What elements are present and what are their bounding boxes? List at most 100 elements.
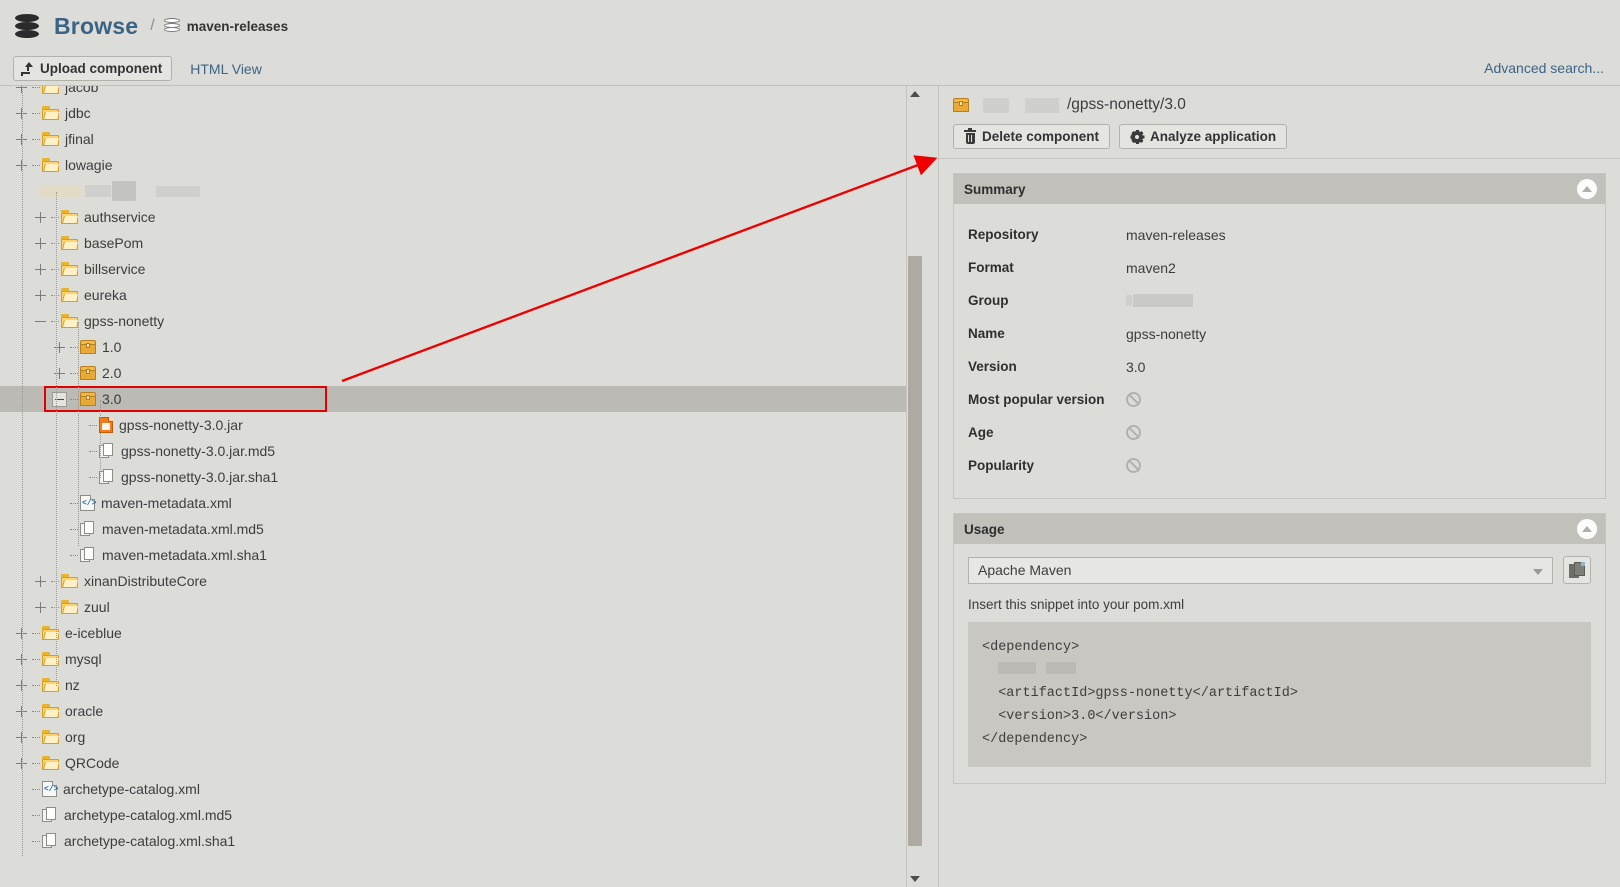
upload-component-button[interactable]: Upload component xyxy=(13,56,173,81)
tree-node-label: gpss-nonetty-3.0.jar.md5 xyxy=(121,443,276,459)
summary-value: gpss-nonetty xyxy=(1126,325,1207,342)
tree-node-label: QRCode xyxy=(65,755,120,771)
html-view-link[interactable]: HTML View xyxy=(190,61,262,77)
tree-node-label: authservice xyxy=(84,209,156,225)
gear-icon xyxy=(1130,129,1145,144)
tree-node-label: jfinal xyxy=(65,131,94,147)
folder-icon xyxy=(42,106,59,120)
tree-node-label: archetype-catalog.xml xyxy=(63,781,200,797)
tree-node[interactable]: org xyxy=(0,724,922,750)
component-actions: Delete component Analyze application xyxy=(939,124,1620,159)
collapse-toggle[interactable] xyxy=(52,391,67,407)
component-tree[interactable]: jacob jdbc jfinal lowagie authservice basePom… xyxy=(0,86,922,856)
tree-node[interactable]: maven-metadata.xml.md5 xyxy=(0,516,922,542)
copy-snippet-button[interactable] xyxy=(1563,556,1591,584)
expand-toggle[interactable] xyxy=(33,210,48,225)
tree-node-label: mysql xyxy=(65,651,102,667)
tree-node[interactable]: archetype-catalog.xml.md5 xyxy=(0,802,922,828)
analyze-application-button[interactable]: Analyze application xyxy=(1119,124,1288,149)
tree-node[interactable]: oracle xyxy=(0,698,922,724)
folder-icon xyxy=(42,756,59,770)
usage-body: Apache Maven Insert this snippet into yo… xyxy=(954,544,1605,783)
usage-snippet[interactable]: <dependency> <artifactId>gpss-nonetty</a… xyxy=(968,622,1591,767)
tree-node-label: gpss-nonetty-3.0.jar.sha1 xyxy=(121,469,279,485)
tree-node[interactable]: gpss-nonetty-3.0.jar.sha1 xyxy=(0,464,922,490)
tree-node[interactable]: zuul xyxy=(0,594,922,620)
tree-node[interactable]: 2.0 xyxy=(0,360,922,386)
tree-node[interactable]: QRCode xyxy=(0,750,922,776)
tree-scrollbar-thumb[interactable] xyxy=(908,256,922,846)
tree-guide-line xyxy=(78,322,79,546)
tree-node-selected[interactable]: 3.0 xyxy=(0,386,922,412)
tree-node-label: archetype-catalog.xml.md5 xyxy=(64,807,233,823)
tree-node[interactable]: gpss-nonetty xyxy=(0,308,922,334)
expand-toggle[interactable] xyxy=(33,262,48,277)
breadcrumb-repository[interactable]: maven-releases xyxy=(187,19,288,34)
tree-node[interactable]: authservice xyxy=(0,204,922,230)
usage-tool-select[interactable]: Apache Maven xyxy=(968,556,1553,584)
tree-node[interactable]: jacob xyxy=(0,86,922,100)
scroll-up-arrow[interactable] xyxy=(907,86,922,102)
jar-file-icon xyxy=(99,417,113,433)
expand-toggle[interactable] xyxy=(33,600,48,615)
usage-collapse-button[interactable] xyxy=(1577,519,1597,539)
tree-node-label: basePom xyxy=(84,235,144,251)
tree-node[interactable]: 1.0 xyxy=(0,334,922,360)
tree-node-label: oracle xyxy=(65,703,104,719)
tree-scrollbar[interactable] xyxy=(906,86,922,887)
tree-node[interactable]: xinanDistributeCore xyxy=(0,568,922,594)
advanced-search-link[interactable]: Advanced search... xyxy=(1484,60,1604,76)
tree-guide-line xyxy=(22,86,23,856)
folder-icon xyxy=(42,86,59,94)
page-title[interactable]: Browse xyxy=(54,13,138,40)
delete-component-button[interactable]: Delete component xyxy=(953,124,1111,149)
tree-node[interactable]: basePom xyxy=(0,230,922,256)
folder-icon xyxy=(61,600,78,614)
upload-component-label: Upload component xyxy=(40,61,163,76)
summary-collapse-button[interactable] xyxy=(1577,179,1597,199)
tree-node[interactable] xyxy=(0,178,922,204)
tree-node[interactable]: </> maven-metadata.xml xyxy=(0,490,922,516)
tree-node-label: gpss-nonetty xyxy=(84,313,165,329)
snippet-line: <artifactId>gpss-nonetty</artifactId> xyxy=(982,686,1298,701)
xml-file-icon: </> xyxy=(42,781,58,797)
scroll-down-arrow[interactable] xyxy=(907,871,922,887)
tree-node-label: maven-metadata.xml xyxy=(101,495,232,511)
expand-toggle[interactable] xyxy=(33,236,48,251)
tree-node[interactable]: archetype-catalog.xml.sha1 xyxy=(0,828,922,854)
tree-node[interactable]: eureka xyxy=(0,282,922,308)
tree-node[interactable]: mysql xyxy=(0,646,922,672)
expand-toggle[interactable] xyxy=(52,340,67,355)
summary-row: Age xyxy=(954,416,1605,449)
component-detail-pane: /gpss-nonetty/3.0 Delete component Analy… xyxy=(938,86,1620,887)
summary-value: 3.0 xyxy=(1126,358,1146,375)
tree-node[interactable]: gpss-nonetty-3.0.jar xyxy=(0,412,922,438)
tree-node[interactable]: nz xyxy=(0,672,922,698)
expand-toggle[interactable] xyxy=(33,288,48,303)
usage-tool-value: Apache Maven xyxy=(978,562,1072,578)
tree-node[interactable]: gpss-nonetty-3.0.jar.md5 xyxy=(0,438,922,464)
component-tree-pane: jacob jdbc jfinal lowagie authservice basePom… xyxy=(0,86,922,887)
summary-row: Name gpss-nonetty xyxy=(954,317,1605,350)
tree-guide-line xyxy=(56,192,57,686)
page-header: Browse / maven-releases xyxy=(0,0,1620,52)
folder-icon xyxy=(61,210,78,224)
expand-toggle[interactable] xyxy=(33,574,48,589)
tree-node[interactable]: billservice xyxy=(0,256,922,282)
summary-key: Repository xyxy=(968,227,1039,242)
tree-node[interactable]: </> archetype-catalog.xml xyxy=(0,776,922,802)
tree-node[interactable]: jdbc xyxy=(0,100,922,126)
tree-node[interactable]: lowagie xyxy=(0,152,922,178)
collapse-toggle[interactable] xyxy=(33,314,48,329)
redaction-block xyxy=(85,185,111,197)
tree-node[interactable]: e-iceblue xyxy=(0,620,922,646)
expand-toggle[interactable] xyxy=(52,366,67,381)
tree-node-label: 3.0 xyxy=(102,391,122,407)
summary-key: Format xyxy=(968,260,1014,275)
summary-key: Age xyxy=(968,425,994,440)
tree-node[interactable]: maven-metadata.xml.sha1 xyxy=(0,542,922,568)
delete-component-label: Delete component xyxy=(982,129,1100,144)
folder-icon xyxy=(42,158,59,172)
tree-node-label: xinanDistributeCore xyxy=(84,573,207,589)
tree-node[interactable]: jfinal xyxy=(0,126,922,152)
